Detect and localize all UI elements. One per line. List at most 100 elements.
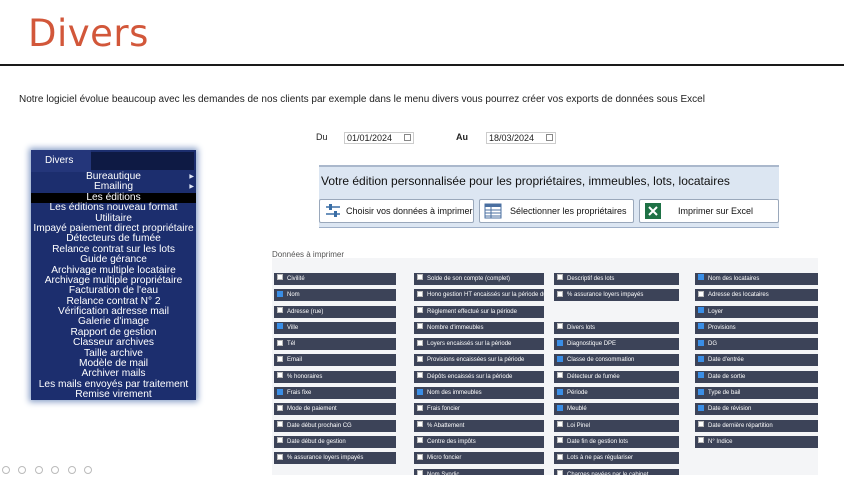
field-option[interactable]: Mode de paiement [274,403,396,416]
checkbox-checked-icon[interactable] [698,339,704,346]
checkbox-icon[interactable] [417,323,423,330]
field-option[interactable]: Règlement effectué sur la période [414,305,544,318]
checkbox-icon[interactable] [277,355,283,362]
date-to-input[interactable]: 18/03/2024 [486,132,556,144]
field-option[interactable]: Meublé [554,403,679,416]
field-option[interactable]: Tél [274,338,396,351]
field-option[interactable]: Frais foncier [414,403,544,416]
field-option[interactable]: Frais fixe [274,387,396,400]
checkbox-icon[interactable] [557,372,563,379]
field-option[interactable]: Divers lots [554,321,679,334]
field-option[interactable]: N° Indice [695,435,818,448]
select-owners-button[interactable]: Sélectionner les propriétaires [479,199,634,223]
print-excel-button[interactable]: Imprimer sur Excel [639,199,779,223]
checkbox-icon[interactable] [417,307,423,314]
field-option[interactable]: Diagnostique DPE [554,338,679,351]
field-option[interactable]: DG [695,338,818,351]
field-option[interactable]: Provisions [695,321,818,334]
checkbox-icon[interactable] [698,290,704,297]
field-option[interactable]: Date de révision [695,403,818,416]
checkbox-icon[interactable] [698,437,704,444]
checkbox-icon[interactable] [417,404,423,411]
checkbox-icon[interactable] [417,469,423,475]
checkbox-checked-icon[interactable] [557,339,563,346]
checkbox-icon[interactable] [557,453,563,460]
choose-data-button[interactable]: Choisir vos données à imprimer [319,199,474,223]
field-option[interactable]: Solde de son compte (complet) [414,273,544,285]
field-option[interactable]: Date dernière répartition [695,419,818,432]
nav-prev-icon[interactable] [2,466,10,474]
checkbox-icon[interactable] [557,290,563,297]
field-option[interactable]: Provisions encaissées sur la période [414,354,544,367]
field-option[interactable]: Date de sortie [695,370,818,383]
checkbox-icon[interactable] [557,421,563,428]
checkbox-checked-icon[interactable] [698,274,704,281]
menu-tab-divers[interactable]: Divers [31,150,91,172]
date-from-input[interactable]: 01/01/2024 [344,132,414,144]
checkbox-icon[interactable] [277,453,283,460]
checkbox-icon[interactable] [277,307,283,314]
field-option[interactable]: Adresse (rue) [274,305,396,318]
field-option[interactable]: Lots à ne pas régulariser [554,452,679,465]
checkbox-icon[interactable] [417,372,423,379]
checkbox-checked-icon[interactable] [698,404,704,411]
checkbox-icon[interactable] [277,437,283,444]
grid-icon[interactable] [51,466,60,474]
field-option[interactable]: Email [274,354,396,367]
checkbox-icon[interactable] [417,274,423,281]
field-option[interactable]: Période [554,387,679,400]
field-option[interactable]: Dépôts encaissés sur la période [414,370,544,383]
checkbox-icon[interactable] [417,355,423,362]
zoom-icon[interactable] [67,466,76,474]
field-option[interactable]: % assurance loyers impayés [274,452,396,465]
field-option[interactable]: Descriptif des lots [554,273,679,285]
field-option[interactable]: Nom des immeubles [414,387,544,400]
checkbox-checked-icon[interactable] [277,290,283,297]
checkbox-checked-icon[interactable] [557,355,563,362]
checkbox-icon[interactable] [417,339,423,346]
field-option[interactable]: Date début prochain CG [274,419,396,432]
checkbox-icon[interactable] [277,372,283,379]
field-option[interactable]: Date fin de gestion lots [554,435,679,448]
checkbox-icon[interactable] [417,453,423,460]
nav-next-icon[interactable] [18,466,27,474]
checkbox-checked-icon[interactable] [698,307,704,314]
field-option[interactable]: Civilité [274,273,396,285]
checkbox-checked-icon[interactable] [698,388,704,395]
checkbox-icon[interactable] [557,469,563,475]
checkbox-icon[interactable] [277,274,283,281]
checkbox-icon[interactable] [417,421,423,428]
checkbox-checked-icon[interactable] [277,323,283,330]
field-option[interactable]: Ville [274,321,396,334]
menu-item[interactable]: Remise virement [31,390,196,400]
field-option[interactable]: Adresse des locataires [695,289,818,302]
field-option[interactable]: Nom Syndic [414,468,544,475]
field-option[interactable]: Loyers encaissés sur la période [414,338,544,351]
field-option[interactable]: % honoraires [274,370,396,383]
checkbox-checked-icon[interactable] [417,388,423,395]
calendar-icon[interactable] [546,134,553,141]
field-option[interactable]: Micro foncier [414,452,544,465]
pen-icon[interactable] [34,466,43,474]
checkbox-icon[interactable] [277,404,283,411]
checkbox-icon[interactable] [417,437,423,444]
field-option[interactable]: Nom des locataires [695,273,818,285]
field-option[interactable]: Hono gestion HT encaissés sur la période… [414,289,544,302]
field-option[interactable]: Nom [274,289,396,302]
field-option[interactable]: Type de bail [695,387,818,400]
checkbox-checked-icon[interactable] [698,372,704,379]
field-option[interactable]: Classe de consommation [554,354,679,367]
field-option[interactable]: Date début de gestion [274,435,396,448]
field-option[interactable]: Centre des impôts [414,435,544,448]
checkbox-icon[interactable] [277,339,283,346]
checkbox-icon[interactable] [417,290,423,297]
field-option[interactable]: % assurance loyers impayés [554,289,679,302]
field-option[interactable]: Détecteur de fumée [554,370,679,383]
field-option[interactable]: Date d'entrée [695,354,818,367]
field-option[interactable]: Loyer [695,305,818,318]
checkbox-icon[interactable] [557,274,563,281]
more-icon[interactable] [84,466,93,474]
checkbox-checked-icon[interactable] [557,404,563,411]
checkbox-checked-icon[interactable] [277,388,283,395]
checkbox-checked-icon[interactable] [557,388,563,395]
